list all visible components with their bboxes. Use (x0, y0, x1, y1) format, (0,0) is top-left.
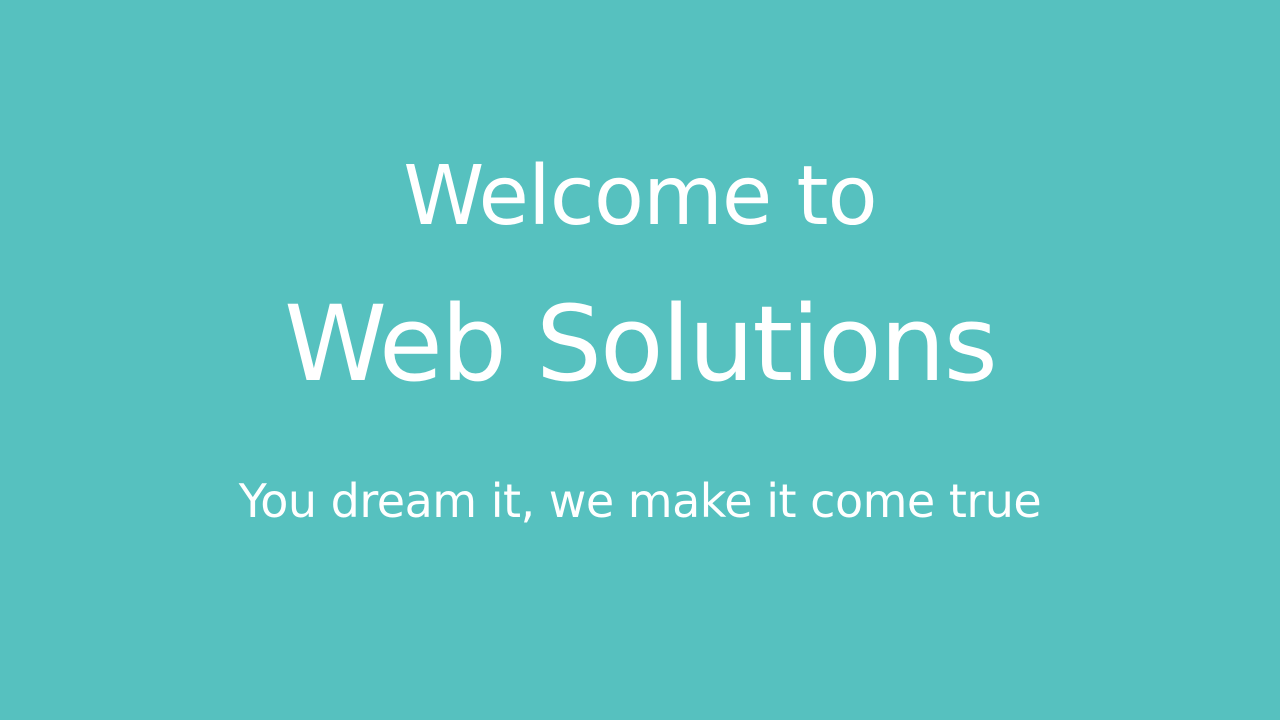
title-line-2: Web Solutions (284, 283, 998, 405)
title-line-1: Welcome to (403, 149, 877, 244)
slide: Welcome to Web Solutions You dream it, w… (0, 0, 1280, 720)
tagline: You dream it, we make it come true (238, 474, 1042, 528)
